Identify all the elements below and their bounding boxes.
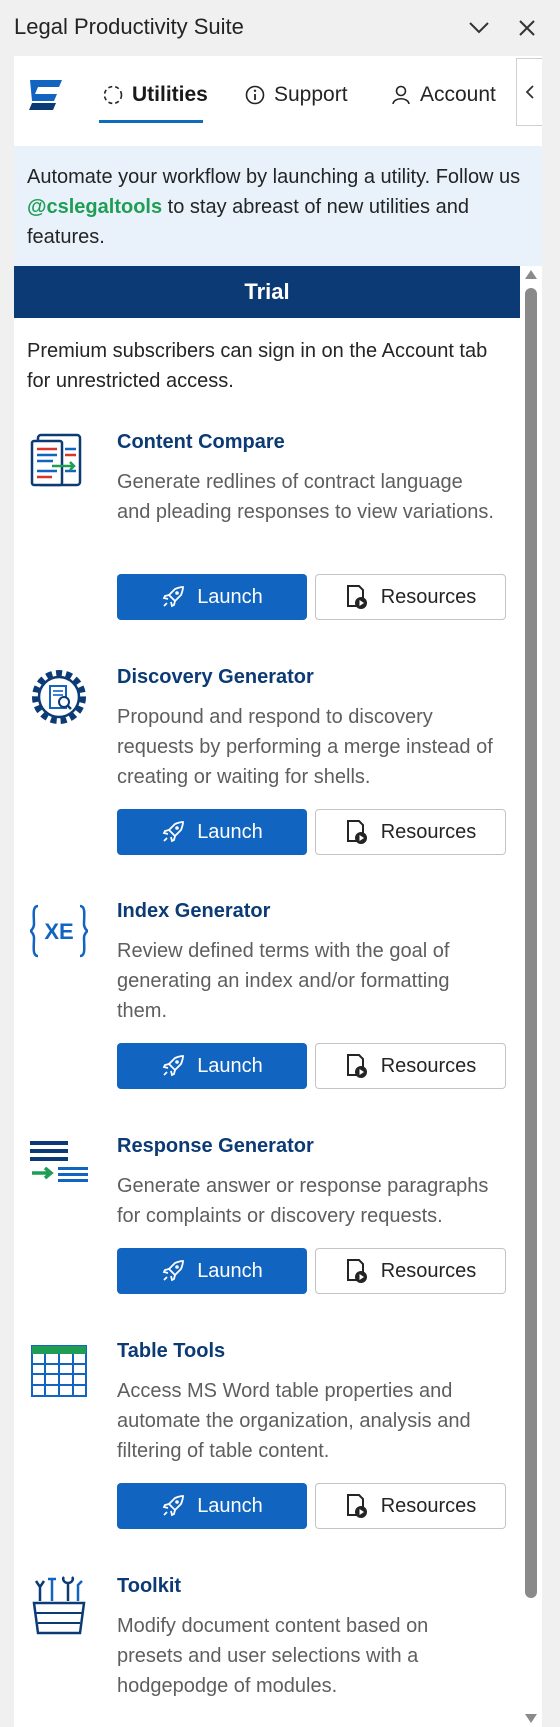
document-play-icon bbox=[346, 1259, 367, 1283]
person-icon bbox=[392, 85, 410, 105]
resources-button[interactable]: Resources bbox=[315, 574, 506, 620]
launch-button[interactable]: Launch bbox=[117, 809, 307, 855]
svg-text:XE: XE bbox=[44, 919, 73, 944]
utility-title: Table Tools bbox=[117, 1340, 226, 1362]
utility-title: Discovery Generator bbox=[117, 666, 314, 688]
task-pane: Utilities Support Account Automate your … bbox=[14, 56, 542, 1727]
scrollbar-thumb[interactable] bbox=[525, 288, 537, 1598]
utility-description: Generate redlines of contract language a… bbox=[117, 471, 494, 523]
document-play-icon bbox=[346, 820, 367, 844]
collapse-button[interactable] bbox=[463, 12, 495, 44]
document-play-icon bbox=[346, 585, 367, 609]
plan-banner: Trial bbox=[14, 266, 520, 318]
compare-documents-icon bbox=[30, 433, 82, 487]
toolbox-icon bbox=[32, 1576, 86, 1635]
intro-text: Premium subscribers can sign in on the A… bbox=[27, 340, 488, 392]
rocket-icon bbox=[162, 1495, 185, 1517]
utility-title: Toolkit bbox=[117, 1575, 182, 1597]
rocket-icon bbox=[162, 586, 185, 608]
notice-text: Automate your workflow by launching a ut… bbox=[27, 166, 521, 248]
rocket-icon bbox=[162, 1260, 185, 1282]
notice-banner: Automate your workflow by launching a ut… bbox=[14, 146, 542, 266]
active-tab-indicator bbox=[99, 120, 203, 123]
utility-description: Propound and respond to discovery reques… bbox=[117, 706, 493, 788]
tab-utilities[interactable]: Utilities bbox=[102, 78, 208, 112]
launch-button[interactable]: Launch bbox=[117, 1043, 307, 1089]
close-icon bbox=[519, 20, 535, 36]
document-play-icon bbox=[346, 1054, 367, 1078]
vertical-scrollbar[interactable] bbox=[520, 266, 542, 1727]
launch-button[interactable]: Launch bbox=[117, 1483, 307, 1529]
tab-label: Support bbox=[274, 83, 348, 106]
scroll-up-arrow[interactable] bbox=[525, 270, 537, 279]
window-title: Legal Productivity Suite bbox=[14, 14, 244, 39]
launch-button[interactable]: Launch bbox=[117, 574, 307, 620]
app-logo bbox=[29, 80, 62, 110]
utility-title: Response Generator bbox=[117, 1135, 314, 1157]
tab-bar: Utilities Support Account bbox=[14, 56, 542, 146]
loading-icon bbox=[103, 85, 123, 105]
document-play-icon bbox=[346, 1494, 367, 1518]
table-grid-icon bbox=[31, 1345, 87, 1397]
resources-button[interactable]: Resources bbox=[315, 1043, 506, 1089]
chevron-down-icon bbox=[469, 22, 489, 34]
resources-button[interactable]: Resources bbox=[315, 1248, 506, 1294]
scroll-down-arrow[interactable] bbox=[525, 1714, 537, 1723]
launch-button[interactable]: Launch bbox=[117, 1248, 307, 1294]
utilities-list: Trial Premium subscribers can sign in on… bbox=[14, 266, 542, 1727]
info-icon bbox=[245, 85, 265, 105]
close-button[interactable] bbox=[511, 12, 543, 44]
tab-scroll-button[interactable] bbox=[516, 58, 542, 126]
chevron-left-icon bbox=[525, 85, 534, 99]
utility-title: Content Compare bbox=[117, 431, 285, 453]
xe-braces-icon: XE bbox=[29, 904, 89, 958]
rocket-icon bbox=[162, 1055, 185, 1077]
utility-title: Index Generator bbox=[117, 900, 271, 922]
social-handle-link[interactable]: @cslegaltools bbox=[27, 196, 162, 218]
tab-label: Utilities bbox=[132, 83, 208, 106]
rocket-icon bbox=[162, 821, 185, 843]
resources-button[interactable]: Resources bbox=[315, 1483, 506, 1529]
title-bar: Legal Productivity Suite bbox=[0, 0, 560, 56]
tab-account[interactable]: Account bbox=[390, 78, 496, 112]
gear-document-icon bbox=[32, 670, 86, 724]
tab-support[interactable]: Support bbox=[244, 78, 348, 112]
tab-label: Account bbox=[420, 83, 496, 106]
text-lines-arrow-icon bbox=[30, 1141, 88, 1182]
utility-description: Access MS Word table properties and auto… bbox=[117, 1380, 471, 1462]
utility-description: Review defined terms with the goal of ge… bbox=[117, 940, 450, 1022]
utility-description: Generate answer or response paragraphs f… bbox=[117, 1175, 489, 1227]
utility-description: Modify document content based on presets… bbox=[117, 1615, 429, 1697]
resources-button[interactable]: Resources bbox=[315, 809, 506, 855]
